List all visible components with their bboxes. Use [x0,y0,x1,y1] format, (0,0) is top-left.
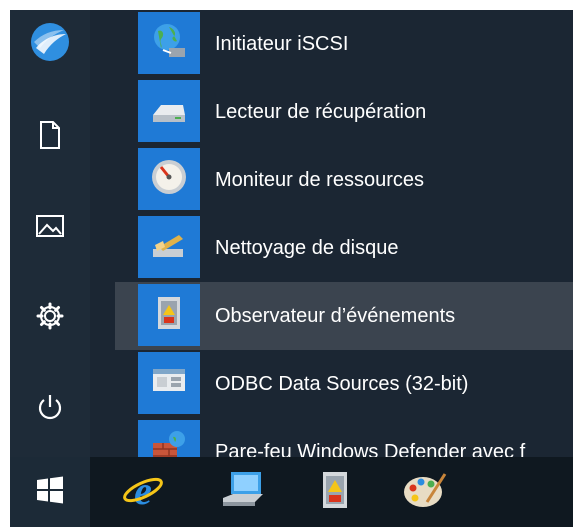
taskbar-this-pc[interactable] [213,463,273,521]
documents-button[interactable] [10,107,90,167]
app-item-recovery-drive[interactable]: Lecteur de récupération [115,78,573,146]
recovery-drive-icon [149,89,189,134]
event-viewer-icon [315,468,355,517]
app-item-resource-monitor[interactable]: Moniteur de ressources [115,146,573,214]
app-item-odbc-32[interactable]: ODBC Data Sources (32-bit) [115,350,573,418]
app-label: Pare-feu Windows Defender avec f [215,441,526,457]
taskbar-internet-explorer[interactable]: e [113,463,173,521]
internet-explorer-icon: e [121,468,165,517]
app-item-event-viewer[interactable]: Observateur d’événements [115,282,573,350]
windows-logo-icon [36,476,64,509]
app-item-iscsi-initiator[interactable]: Initiateur iSCSI [115,10,573,78]
settings-button[interactable] [10,288,90,348]
app-item-windows-defender-firewall[interactable]: Pare-feu Windows Defender avec f [115,418,573,457]
app-label: Observateur d’événements [215,305,456,327]
document-icon [39,120,61,154]
taskbar-paint[interactable] [395,463,455,521]
app-label: Nettoyage de disque [215,237,399,259]
pictures-icon [36,214,64,242]
app-tile [138,148,200,210]
app-tile [138,216,200,278]
app-tile [138,420,200,457]
app-label: Initiateur iSCSI [215,33,349,55]
start-menu-rail [10,10,90,457]
settings-gear-icon [36,302,64,335]
disk-cleanup-icon [149,225,189,270]
user-avatar-button[interactable] [10,14,90,74]
app-tile [138,352,200,414]
user-avatar-icon [30,22,70,67]
app-tile [138,80,200,142]
svg-text:e: e [134,468,152,512]
odbc-icon [149,361,189,406]
taskbar: e [10,457,573,527]
app-label: Lecteur de récupération [215,101,427,123]
app-item-disk-cleanup[interactable]: Nettoyage de disque [115,214,573,282]
event-viewer-icon [149,293,189,338]
power-icon [36,393,64,428]
taskbar-event-viewer[interactable] [305,463,365,521]
computer-icon [219,468,267,517]
app-label: Moniteur de ressources [215,169,424,191]
firewall-icon [149,429,189,457]
app-list: Initiateur iSCSI Lecteur de récupération [115,10,573,457]
app-tile [138,284,200,346]
pictures-button[interactable] [10,198,90,258]
power-button[interactable] [10,380,90,440]
app-tile [138,12,200,74]
gauge-icon [149,157,189,202]
app-label: ODBC Data Sources (32-bit) [215,373,469,395]
start-button[interactable] [10,457,90,527]
globe-network-icon [149,21,189,66]
start-menu: Initiateur iSCSI Lecteur de récupération [10,10,573,527]
paint-icon [401,468,449,517]
